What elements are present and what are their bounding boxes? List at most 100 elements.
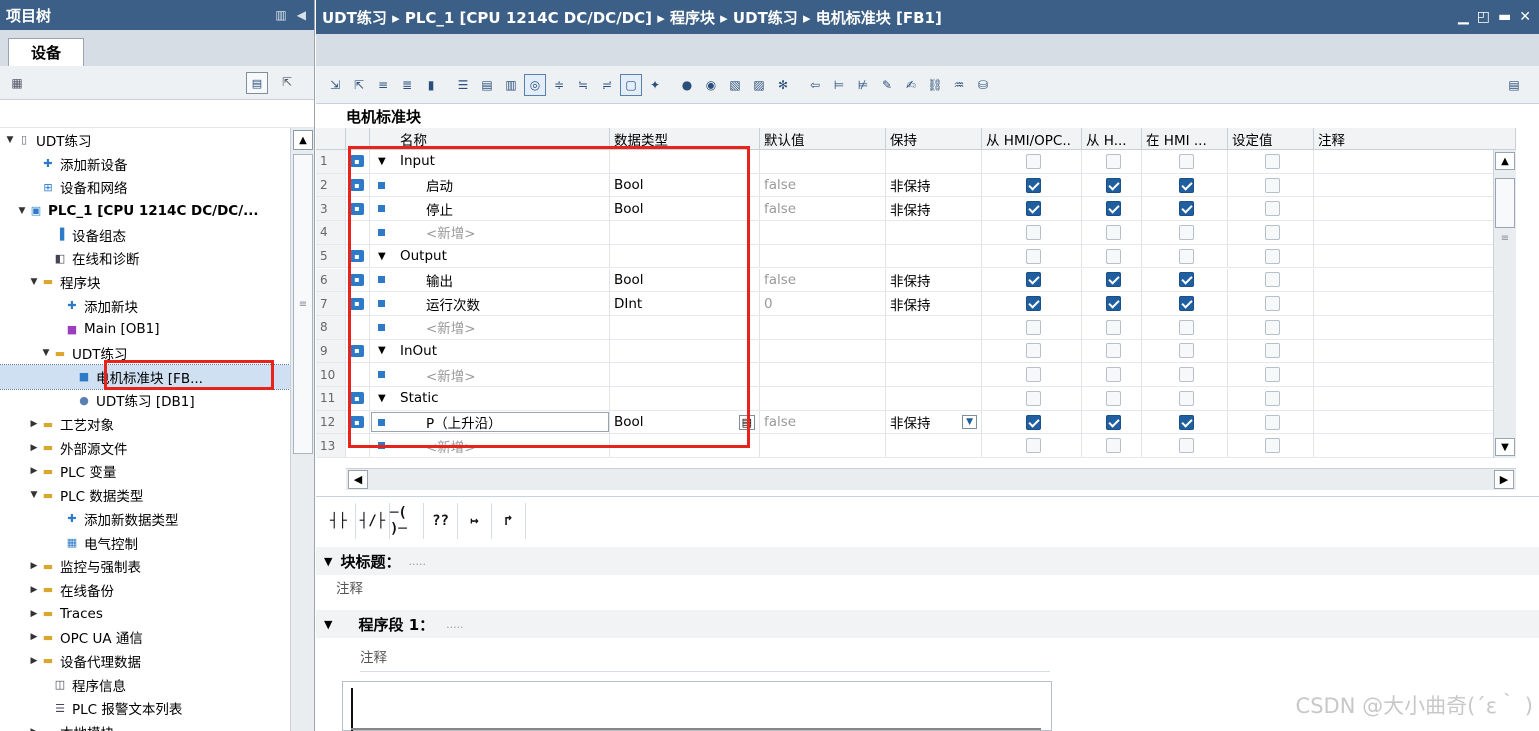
scroll-up-icon[interactable]: ▲ <box>293 130 313 150</box>
set-checkbox-cell[interactable] <box>1228 339 1314 363</box>
datatype-picker-icon[interactable]: ▤ <box>738 414 755 430</box>
doc2-icon[interactable]: ▨ <box>748 74 770 96</box>
expand-arrow-icon[interactable]: ▼ <box>324 618 332 631</box>
network-value[interactable]: ..... <box>446 618 463 631</box>
indent-icon[interactable]: ☰ <box>452 74 474 96</box>
name-cell[interactable]: <新增> <box>370 221 610 244</box>
expand2-icon[interactable]: ≒ <box>572 74 594 96</box>
hmi2-checkbox-cell[interactable] <box>1082 339 1142 363</box>
default-cell[interactable]: false <box>760 410 886 434</box>
tree-item[interactable]: ▼ ▬ PLC 数据类型 <box>0 483 290 507</box>
expand3-icon[interactable]: ≓ <box>596 74 618 96</box>
set-checkbox-cell[interactable] <box>1228 244 1314 268</box>
expand-arrow-icon[interactable]: ▶ <box>28 561 40 571</box>
set-checkbox[interactable] <box>1265 248 1280 264</box>
set-checkbox-cell[interactable] <box>1228 292 1314 315</box>
expand-arrow-icon[interactable]: ▼ <box>4 135 16 145</box>
hmi3-checkbox[interactable] <box>1179 414 1194 430</box>
column-header[interactable]: 名称 <box>370 128 610 150</box>
name-cell[interactable]: ▼ Input <box>370 150 610 173</box>
datatype-cell[interactable] <box>610 150 760 173</box>
hmi2-checkbox-cell[interactable] <box>1082 150 1142 173</box>
table-row[interactable]: 2 ▪ 启动 Bool false 非保持 <box>316 173 1516 198</box>
insert-row-icon[interactable]: ⇲ <box>324 74 346 96</box>
set-checkbox[interactable] <box>1265 343 1280 359</box>
retain-cell[interactable] <box>886 315 982 339</box>
retain-cell[interactable] <box>886 244 982 268</box>
set-checkbox-cell[interactable] <box>1228 315 1314 339</box>
retain-cell[interactable]: 非保持 <box>886 292 982 315</box>
hmi1-checkbox-cell[interactable] <box>982 363 1082 386</box>
hmi1-checkbox[interactable] <box>1026 414 1041 430</box>
set-checkbox[interactable] <box>1265 438 1280 454</box>
hmi2-checkbox[interactable] <box>1106 224 1121 240</box>
tree-item[interactable]: ▶ ▬ PLC 变量 <box>0 460 290 484</box>
table-scrollbar[interactable]: ▲ ≡ ▼ <box>1493 150 1516 458</box>
comment-cell[interactable] <box>1314 244 1516 268</box>
hmi3-checkbox-cell[interactable] <box>1142 173 1228 197</box>
tree-item[interactable]: ✚ 添加新块 <box>0 294 290 318</box>
set-checkbox-cell[interactable] <box>1228 410 1314 434</box>
retain-cell[interactable] <box>886 150 982 173</box>
name-cell[interactable]: 停止 <box>370 197 610 221</box>
hmi2-checkbox[interactable] <box>1106 343 1121 359</box>
set-checkbox-cell[interactable] <box>1228 363 1314 386</box>
tab-devices[interactable]: 设备 <box>8 38 84 66</box>
key-icon[interactable]: ✎ <box>876 74 898 96</box>
datatype-cell[interactable] <box>610 315 760 339</box>
block-title-value[interactable]: ..... <box>408 555 425 568</box>
expand-arrow-icon[interactable]: ▶ <box>28 632 40 642</box>
table-row[interactable]: 5 ▪ ▼ Output <box>316 244 1516 269</box>
hmi1-checkbox[interactable] <box>1026 343 1041 359</box>
set-checkbox[interactable] <box>1265 224 1280 240</box>
retain-cell[interactable]: 非保持 <box>886 197 982 221</box>
scroll-right-icon[interactable]: ▶ <box>1494 470 1514 489</box>
name-cell[interactable]: ▼ Output <box>370 244 610 268</box>
tree-item[interactable]: ● UDT练习 [DB1] <box>0 389 290 413</box>
dropdown-icon[interactable]: ▼ <box>962 415 977 430</box>
hmi3-checkbox-cell[interactable] <box>1142 434 1228 458</box>
hmi3-checkbox-cell[interactable] <box>1142 363 1228 386</box>
hmi2-checkbox-cell[interactable] <box>1082 434 1142 458</box>
hmi2-checkbox[interactable] <box>1106 153 1121 169</box>
cylinder-icon[interactable]: ⛁ <box>972 74 994 96</box>
arrow-l-icon[interactable]: ⇦ <box>804 74 826 96</box>
hmi1-checkbox-cell[interactable] <box>982 315 1082 339</box>
scroll-down-icon[interactable]: ▼ <box>1495 438 1515 456</box>
set-checkbox[interactable] <box>1265 414 1280 430</box>
hmi1-checkbox-cell[interactable] <box>982 434 1082 458</box>
expand-arrow-icon[interactable]: ▼ <box>324 555 332 568</box>
default-cell[interactable] <box>760 244 886 268</box>
hmi1-checkbox[interactable] <box>1026 390 1041 406</box>
hmi3-checkbox[interactable] <box>1179 319 1194 335</box>
tree-item[interactable]: ▶ ▬ Traces <box>0 602 290 626</box>
coil-icon[interactable]: ─( )─ <box>390 502 424 539</box>
tree-item[interactable]: ▶ ▬ 外部源文件 <box>0 436 290 460</box>
datatype-cell[interactable] <box>610 363 760 386</box>
set-checkbox-cell[interactable] <box>1228 268 1314 292</box>
hmi2-checkbox-cell[interactable] <box>1082 173 1142 197</box>
column-header[interactable]: 数据类型 <box>610 128 760 150</box>
hmi3-checkbox-cell[interactable] <box>1142 244 1228 268</box>
default-cell[interactable]: false <box>760 197 886 221</box>
column-header[interactable]: 保持 <box>886 128 982 150</box>
tree-item[interactable]: ■ Main [OB1] <box>0 318 290 342</box>
column-header[interactable]: 在 HMI ... <box>1142 128 1228 150</box>
ladder-network[interactable] <box>342 681 1052 731</box>
table-row[interactable]: 4 <新增> <box>316 221 1516 245</box>
expand-arrow-icon[interactable]: ▼ <box>378 156 386 167</box>
hmi2-checkbox-cell[interactable] <box>1082 410 1142 434</box>
tree-scrollbar[interactable]: ▲ ≡ <box>290 128 314 731</box>
datatype-cell[interactable]: DInt <box>610 292 760 315</box>
hmi1-checkbox-cell[interactable] <box>982 339 1082 363</box>
scroll-thumb[interactable] <box>1495 178 1515 228</box>
hmi2-checkbox-cell[interactable] <box>1082 363 1142 386</box>
expand-arrow-icon[interactable]: ▶ <box>28 419 40 429</box>
box-icon[interactable]: ▢ <box>620 73 642 96</box>
layout-icon[interactable]: ▤ <box>1503 74 1525 96</box>
hmi3-checkbox[interactable] <box>1179 272 1194 288</box>
overview-button[interactable]: ▤ <box>246 72 268 94</box>
set-checkbox-cell[interactable] <box>1228 221 1314 244</box>
hmi1-checkbox-cell[interactable] <box>982 173 1082 197</box>
insert-col-icon[interactable]: ≡ <box>372 74 394 96</box>
